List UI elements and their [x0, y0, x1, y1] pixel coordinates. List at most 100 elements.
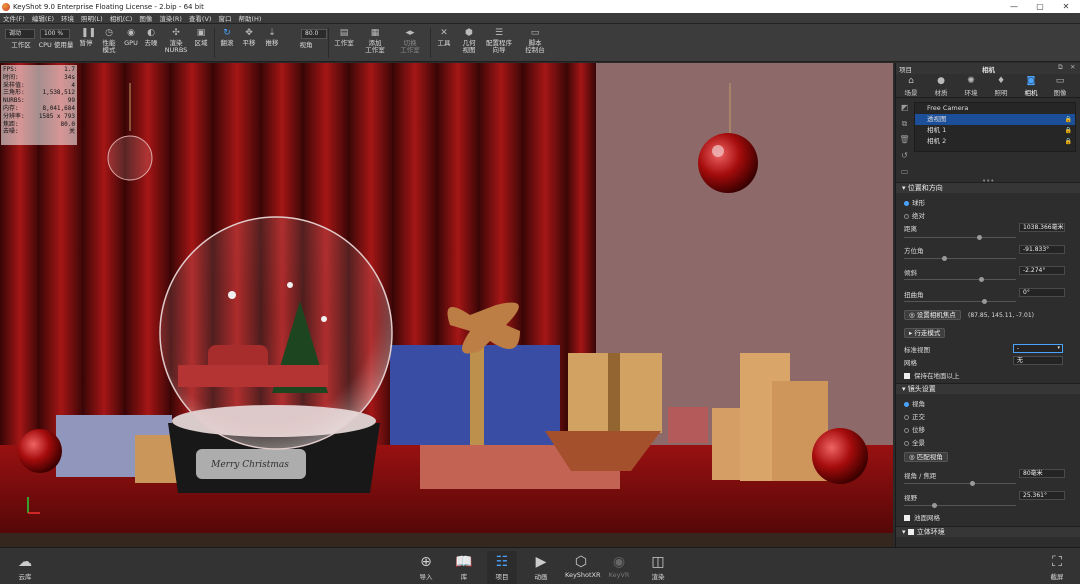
camera-item-2[interactable]: 相机 2 🔒 [915, 136, 1075, 147]
twist-input[interactable]: 0° [1019, 288, 1065, 297]
gpu-button[interactable]: ◉ GPU [123, 26, 139, 47]
field-of-view-input[interactable]: 25.361° [1019, 491, 1065, 500]
menu-camera[interactable]: 相机(C) [110, 13, 133, 23]
slider-knob[interactable] [970, 481, 975, 486]
menu-lighting[interactable]: 照明(L) [81, 13, 103, 23]
tab-material[interactable]: ● 材质 [929, 76, 953, 97]
set-pivot-button[interactable]: ◎ 设置相机焦点 [904, 310, 961, 320]
tab-scene[interactable]: ⌂ 场景 [899, 76, 923, 97]
guide-grid-checkbox[interactable]: 池面网格 [904, 512, 940, 522]
menu-help[interactable]: 帮助(H) [238, 13, 261, 23]
cpu-usage-select[interactable]: 100 % [40, 29, 70, 39]
menu-edit[interactable]: 编辑(E) [32, 13, 54, 23]
region-button[interactable]: ▣ 区域 [192, 26, 210, 47]
script-console-button[interactable]: ▭ 脚本 控制台 [522, 26, 548, 54]
configurator-wizard-button[interactable]: ☰ 配置程序 向导 [483, 26, 515, 54]
tab-image[interactable]: ▭ 图像 [1048, 76, 1072, 97]
dolly-button[interactable]: ⇣ 推移 [263, 26, 281, 47]
slider-knob[interactable] [942, 256, 947, 261]
tools-button[interactable]: ✕ 工具 [435, 26, 453, 47]
maximize-button[interactable]: ▢ [1029, 0, 1051, 13]
camera-note-icon[interactable]: ▭ [899, 167, 910, 177]
walk-mode-button[interactable]: ▸ 行走模式 [904, 328, 946, 338]
library-button[interactable]: 📖 库 [449, 554, 479, 581]
cloud-library-button[interactable]: ☁ 云库 [10, 554, 40, 581]
camera-item-1[interactable]: 相机 1 🔒 [915, 125, 1075, 136]
section-stereo[interactable]: ▾ 立体环境 [896, 526, 1080, 537]
stat-label: 分辨率: [3, 112, 25, 120]
project-button[interactable]: ☷ 项目 [487, 551, 517, 584]
menu-view[interactable]: 查看(V) [189, 13, 212, 23]
reset-camera-icon[interactable]: ↺ [899, 151, 910, 161]
camera-item-perspective[interactable]: 透视图 🔒 [915, 114, 1075, 125]
radio-orbit[interactable]: 球形 [904, 197, 925, 207]
render-viewport[interactable]: Merry Christmas FPS: 1.7 时间: 34s 采样值: 4 三角形… [0, 63, 893, 547]
tab-lighting[interactable]: ♦ 照明 [989, 76, 1013, 97]
tumble-button[interactable]: ↻ 翻滚 [218, 26, 236, 47]
slider-knob[interactable] [979, 277, 984, 282]
focal-length-slider[interactable] [904, 481, 1016, 486]
lock-icon[interactable]: 🔒 [1065, 125, 1072, 136]
tab-environment[interactable]: ✺ 环境 [959, 76, 983, 97]
incline-slider[interactable] [904, 277, 1016, 282]
slider-knob[interactable] [982, 299, 987, 304]
menu-render[interactable]: 渲染(R) [159, 13, 182, 23]
azimuth-slider[interactable] [904, 256, 1016, 261]
denoise-button[interactable]: ◐ 去噪 [142, 26, 160, 47]
menu-image[interactable]: 图像 [139, 13, 152, 23]
radio-shift[interactable]: 位移 [904, 424, 925, 434]
studio-button[interactable]: ▤ 工作室 [331, 26, 357, 47]
radio-orthographic[interactable]: 正交 [904, 411, 925, 421]
add-camera-icon[interactable]: ◩ [899, 103, 910, 113]
keyvr-button[interactable]: ◉ KeyVR [604, 554, 634, 579]
workspace-select[interactable]: 调动 [5, 29, 35, 39]
menu-environment[interactable]: 环境 [61, 13, 74, 23]
tab-camera[interactable]: ◙ 相机 [1019, 76, 1043, 97]
panel-float-icon[interactable]: ⧉ [1058, 63, 1063, 72]
keep-above-ground-checkbox[interactable]: 保持在地面以上 [904, 370, 960, 380]
field-of-view-slider[interactable] [904, 503, 1016, 508]
section-position-orientation[interactable]: ▾ 位置和方向 [896, 182, 1080, 193]
camera-item-free[interactable]: Free Camera [915, 103, 1075, 114]
match-fov-button[interactable]: ◎ 匹配视角 [904, 452, 948, 462]
standard-view-select[interactable]: - ▾ [1013, 344, 1063, 353]
fov-focal-input[interactable]: 80毫米 [1019, 469, 1065, 478]
radio-panoramic[interactable]: 全景 [904, 437, 925, 447]
distance-input[interactable]: 1038.366毫米 [1019, 223, 1065, 232]
menu-file[interactable]: 文件(F) [3, 13, 25, 23]
radio-fov[interactable]: 视角 [904, 398, 925, 408]
add-studio-button[interactable]: ▦ 添加 工作室 [362, 26, 388, 54]
geometry-view-button[interactable]: ⬢ 几何 视图 [458, 26, 480, 54]
twist-slider[interactable] [904, 299, 1016, 304]
render-nurbs-button[interactable]: ✣ 渲染 NURBS [164, 26, 188, 54]
grid-select[interactable]: 无 [1013, 356, 1063, 365]
switch-studio-button[interactable]: ◂▸ 切换 工作室 [397, 26, 423, 54]
slider-knob[interactable] [932, 503, 937, 508]
duplicate-camera-icon[interactable]: ⧉ [899, 119, 910, 129]
lock-icon[interactable]: 🔒 [1065, 114, 1072, 125]
bottom-toolbar: ☁ 云库 ⊕ 导入 📖 库 ☷ 项目 ▶ 动画 ⬡ KeyShotXR ◉ KeyVR ◫ 渲染… [0, 547, 1080, 584]
distance-slider[interactable] [904, 235, 1016, 240]
keyshotxr-button[interactable]: ⬡ KeyShotXR [565, 554, 601, 579]
performance-mode-button[interactable]: ◷ 性能 模式 [98, 26, 120, 54]
fov-input[interactable]: 80.0 [301, 29, 327, 39]
incline-input[interactable]: -2.274° [1019, 266, 1065, 275]
animation-button[interactable]: ▶ 动画 [526, 554, 556, 581]
lock-icon[interactable]: 🔒 [1065, 136, 1072, 147]
render-button[interactable]: ◫ 渲染 [643, 554, 673, 581]
close-button[interactable]: ✕ [1055, 0, 1077, 13]
panel-close-icon[interactable]: ✕ [1070, 63, 1075, 71]
slider-knob[interactable] [977, 235, 982, 240]
pause-button[interactable]: ❚❚ 暂停 [77, 26, 97, 47]
stereo-checkbox[interactable] [907, 529, 914, 535]
azimuth-input[interactable]: -91.833° [1019, 245, 1065, 254]
radio-absolute[interactable]: 绝对 [904, 210, 925, 220]
screenshot-button[interactable]: ⛶ 截屏 [1042, 554, 1072, 581]
minimize-button[interactable]: — [1003, 0, 1025, 13]
import-button[interactable]: ⊕ 导入 [411, 554, 441, 581]
menu-window[interactable]: 窗口 [218, 13, 231, 23]
delete-camera-icon[interactable]: 🗑 [899, 135, 910, 145]
section-lens-settings[interactable]: ▾ 镜头设置 [896, 383, 1080, 394]
pan-button[interactable]: ✥ 平移 [240, 26, 258, 47]
switch-studio-label: 切换 工作室 [400, 39, 420, 54]
